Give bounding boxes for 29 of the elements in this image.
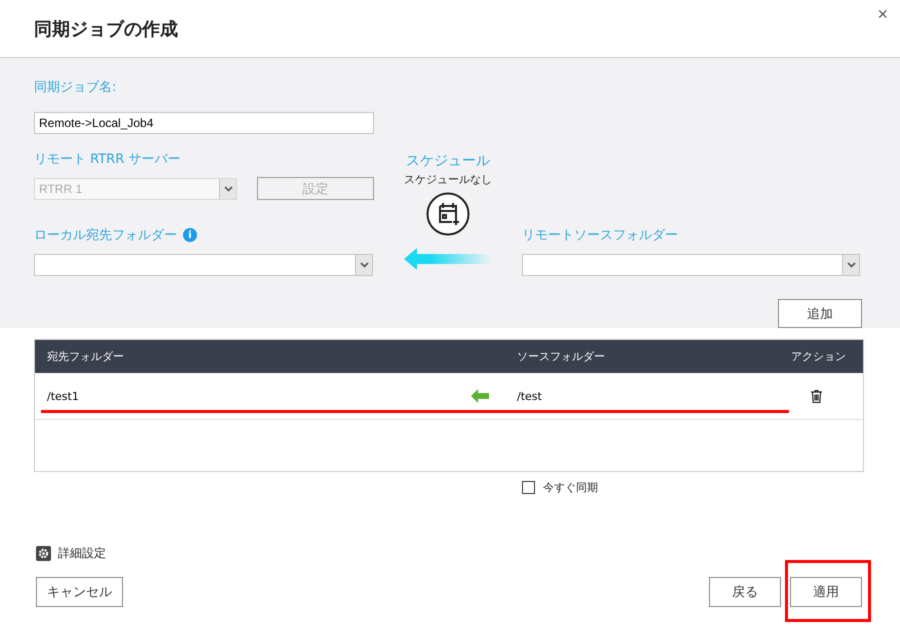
- left-arrow-icon: [471, 389, 489, 403]
- calendar-add-icon[interactable]: [426, 192, 470, 236]
- table-cell-text: /test: [516, 390, 543, 402]
- column-header: アクション: [790, 349, 847, 364]
- back-button[interactable]: 戻る: [709, 577, 781, 607]
- schedule-label: スケジュール: [406, 152, 490, 170]
- trash-icon[interactable]: [811, 390, 822, 402]
- caret-icon: [360, 262, 368, 268]
- column-header: 宛先フォルダー: [46, 349, 125, 364]
- gear-icon[interactable]: [36, 546, 51, 561]
- field-label: リモート RTRR サーバー: [34, 151, 182, 168]
- caret-icon: [846, 262, 856, 268]
- schedule-value: スケジュールなし: [404, 172, 492, 187]
- table-cell-text: /test1: [46, 390, 80, 402]
- field-label: 同期ジョブ名:: [34, 79, 118, 96]
- field-label: リモートソースフォルダー: [522, 227, 679, 244]
- close-button[interactable]: ×: [877, 4, 888, 25]
- caret-icon: [224, 186, 232, 192]
- field-label: ローカル宛先フォルダー: [34, 227, 177, 244]
- checkbox-label: 今すぐ同期: [543, 480, 598, 495]
- left-arrow-icon: [404, 248, 492, 270]
- apply-button[interactable]: 適用: [790, 577, 862, 607]
- checkbox[interactable]: [522, 481, 535, 494]
- window-title: 同期ジョブの作成: [34, 18, 178, 40]
- job-name-field[interactable]: Remote->Local_Job4: [34, 112, 374, 134]
- cancel-button[interactable]: キャンセル: [36, 577, 123, 607]
- advanced-settings-link[interactable]: 詳細設定: [58, 545, 106, 562]
- column-header: ソースフォルダー: [516, 349, 606, 364]
- add-button[interactable]: 追加: [778, 299, 862, 328]
